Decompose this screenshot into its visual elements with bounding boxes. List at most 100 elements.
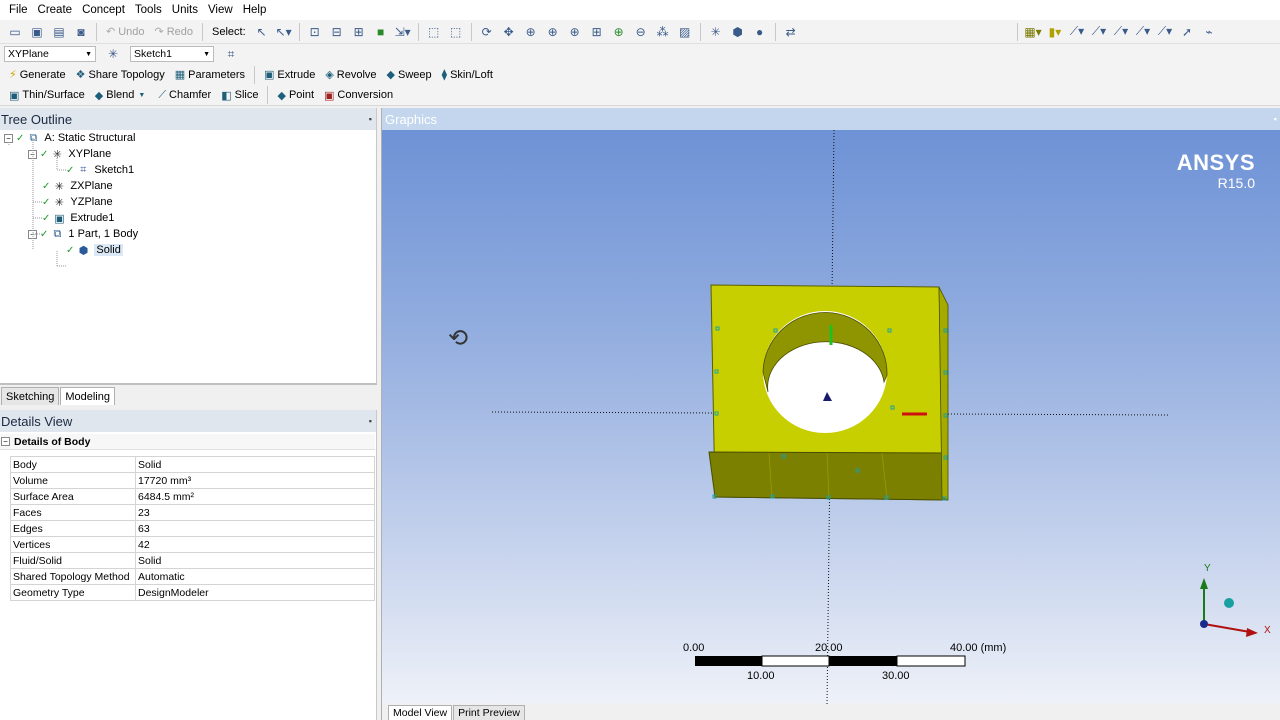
thin-surface-label: Thin/Surface — [22, 89, 85, 101]
property-name: Vertices — [10, 536, 136, 553]
table-row: Edges 63 — [10, 520, 375, 537]
tab-model-view[interactable]: Model View — [388, 705, 453, 720]
menu-file[interactable]: File — [4, 4, 33, 16]
tree-outline-title: Tree Outline — [1, 111, 73, 127]
extend-selection-icon[interactable]: ⇲▾ — [394, 23, 412, 41]
menu-tools[interactable]: Tools — [130, 4, 167, 16]
box-select-2-icon[interactable]: ⬚ — [447, 23, 465, 41]
rotate-icon[interactable]: ⟳ — [478, 23, 496, 41]
logo-version: R15.0 — [1217, 175, 1255, 191]
menu-view[interactable]: View — [203, 4, 238, 16]
select-mode-icon[interactable]: ↖▾ — [275, 23, 293, 41]
redo-button[interactable]: ↷ Redo — [150, 23, 199, 41]
property-name: Edges — [10, 520, 136, 537]
tree-outline-title-bar: Tree Outline ▪ — [0, 108, 376, 130]
point-label: Point — [288, 89, 315, 101]
property-name: Volume — [10, 472, 136, 489]
details-group-header[interactable]: − Details of Body — [0, 434, 375, 450]
line-tool-icon[interactable]: ⟋▾ — [1068, 23, 1086, 41]
extrude-button[interactable]: ▣ Extrude — [259, 66, 320, 84]
box-select-icon[interactable]: ⬚ — [425, 23, 443, 41]
zoom-box-icon[interactable]: ⊕ — [544, 23, 562, 41]
display-point-icon[interactable]: ● — [751, 23, 769, 41]
pan-icon[interactable]: ✥ — [500, 23, 518, 41]
save-icon[interactable]: ▣ — [28, 23, 46, 41]
conversion-button[interactable]: ▣ Conversion — [319, 86, 398, 104]
tab-print-preview[interactable]: Print Preview — [453, 705, 525, 720]
new-sketch-icon[interactable]: ⌗ — [222, 45, 240, 63]
model-scene: ⟲ — [448, 130, 1258, 704]
pin-icon[interactable]: ▪ — [369, 114, 372, 124]
chamfer-button[interactable]: ⟋ Chamfer — [153, 86, 216, 104]
mode-tabs: Sketching Modeling — [0, 383, 377, 405]
new-icon[interactable]: ▭ — [6, 23, 24, 41]
zoom-fit-icon[interactable]: ⊕ — [566, 23, 584, 41]
line-tool-4-icon[interactable]: ⟋▾ — [1134, 23, 1152, 41]
chevron-down-icon: ▼ — [203, 50, 210, 58]
line-tool-3-icon[interactable]: ⟋▾ — [1112, 23, 1130, 41]
zoom-in-icon[interactable]: ⊕ — [610, 23, 628, 41]
select-point-icon[interactable]: ⊡ — [306, 23, 324, 41]
save-as-icon[interactable]: ▤ — [50, 23, 68, 41]
line-tool-2-icon[interactable]: ⟋▾ — [1090, 23, 1108, 41]
tab-modeling[interactable]: Modeling — [60, 387, 115, 405]
new-plane-icon[interactable]: ✳ — [104, 45, 122, 63]
collapse-icon[interactable]: − — [1, 437, 10, 446]
zoom-out-icon[interactable]: ⊖ — [632, 23, 650, 41]
axis-label-x: X — [1264, 625, 1271, 636]
look-at-icon[interactable]: ⇄ — [782, 23, 800, 41]
select-cursor-icon[interactable]: ↖ — [253, 23, 271, 41]
view-options-icon[interactable]: ⁂ — [654, 23, 672, 41]
separator — [254, 65, 255, 84]
slice-button[interactable]: ◧ Slice — [216, 86, 263, 104]
menu-units[interactable]: Units — [167, 4, 203, 16]
select-face-icon[interactable]: ⊞ — [350, 23, 368, 41]
revolve-button[interactable]: ◈ Revolve — [320, 66, 381, 84]
screenshot-icon[interactable]: ◙ — [72, 23, 90, 41]
undo-button[interactable]: ↶ Undo — [101, 23, 150, 41]
pointer-icon[interactable]: ➚ — [1178, 23, 1196, 41]
measure-icon[interactable]: ⌁ — [1200, 23, 1218, 41]
menu-help[interactable]: Help — [238, 4, 272, 16]
point-button[interactable]: ◆ Point — [272, 86, 319, 104]
share-topology-button[interactable]: ❖ Share Topology — [71, 66, 170, 84]
property-value[interactable]: Automatic — [135, 568, 375, 585]
sketch-select-value: Sketch1 — [134, 48, 172, 60]
layout-icon[interactable]: ▦▾ — [1024, 23, 1042, 41]
pin-icon[interactable]: ▪ — [369, 416, 372, 426]
menu-bar: File Create Concept Tools Units View Hel… — [0, 0, 1280, 20]
chevron-down-icon: ▼ — [85, 50, 92, 58]
redo-label: Redo — [166, 25, 194, 38]
blend-button[interactable]: ◆ Blend ▼ — [90, 86, 154, 104]
tab-sketching[interactable]: Sketching — [1, 387, 60, 405]
parameters-button[interactable]: ▦ Parameters — [170, 66, 250, 84]
property-value[interactable]: Solid — [135, 456, 375, 473]
graphics-viewport[interactable]: ⟲ ANSYS R15.0 0.00 20.00 40.00 (mm) 10.0… — [382, 130, 1280, 704]
table-row: Fluid/Solid Solid — [10, 552, 375, 569]
line-tool-5-icon[interactable]: ⟋▾ — [1156, 23, 1174, 41]
thin-surface-button[interactable]: ▣ Thin/Surface — [4, 86, 90, 104]
scale-label-40: 40.00 (mm) — [950, 642, 1007, 654]
logo-brand: ANSYS — [1176, 150, 1255, 175]
select-edge-icon[interactable]: ⊟ — [328, 23, 346, 41]
menu-concept[interactable]: Concept — [77, 4, 130, 16]
property-name: Surface Area — [10, 488, 136, 505]
sweep-button[interactable]: ◆ Sweep — [382, 66, 437, 84]
property-value[interactable]: Solid — [135, 552, 375, 569]
display-model-icon[interactable]: ⬢ — [729, 23, 747, 41]
graphics-options-icon[interactable]: ▮▾ — [1046, 23, 1064, 41]
select-body-icon[interactable]: ■ — [372, 23, 390, 41]
plane-toolbar: XYPlane ▼ ✳ Sketch1 ▼ ⌗ — [0, 44, 1280, 64]
generate-button[interactable]: ⚡ Generate — [4, 66, 71, 84]
skin-loft-button[interactable]: ⧫ Skin/Loft — [437, 66, 498, 84]
triad-icon[interactable]: ✳ — [707, 23, 725, 41]
pin-icon[interactable]: ▪ — [1274, 114, 1277, 124]
previous-view-icon[interactable]: ▨ — [676, 23, 694, 41]
zoom-window-icon[interactable]: ⊞ — [588, 23, 606, 41]
plane-select[interactable]: XYPlane ▼ — [4, 46, 96, 62]
sketch-select[interactable]: Sketch1 ▼ — [130, 46, 214, 62]
menu-create[interactable]: Create — [33, 4, 78, 16]
solid-body[interactable] — [708, 284, 949, 501]
zoom-icon[interactable]: ⊕ — [522, 23, 540, 41]
select-label: Select: — [212, 25, 246, 38]
